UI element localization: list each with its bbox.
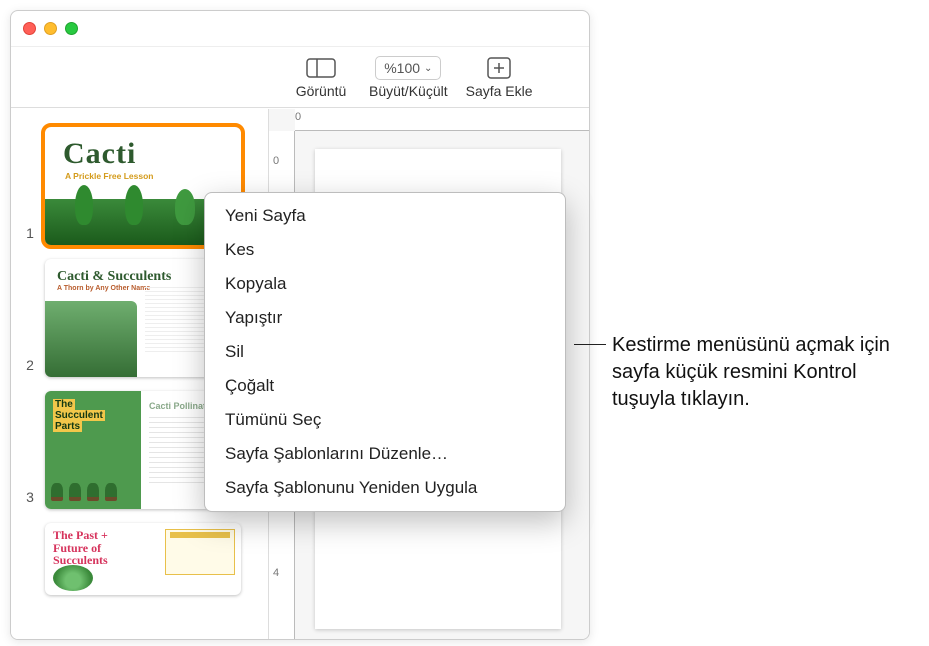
thumb3-head-b: Succulent: [53, 410, 105, 421]
thumb-number: [23, 591, 37, 595]
view-label: Görüntü: [296, 83, 347, 99]
zoom-value-box[interactable]: %100 ⌄: [375, 56, 441, 80]
ruler-h-tick: 0: [295, 111, 301, 123]
ruler-horizontal: 0: [295, 109, 589, 131]
close-icon[interactable]: [23, 22, 36, 35]
ruler-v-tick: 0: [273, 155, 279, 167]
thumb4-image: [53, 565, 93, 591]
page-thumbnail-4[interactable]: The Past + Future of Succulents: [45, 523, 241, 595]
thumb4-sidebar-box: [165, 529, 235, 575]
ruler-v-tick: 4: [273, 567, 279, 579]
chevron-down-icon: ⌄: [424, 63, 432, 74]
thumb3-head-a: The: [53, 399, 75, 410]
context-menu: Yeni Sayfa Kes Kopyala Yapıştır Sil Çoğa…: [204, 192, 566, 512]
thumb1-title: Cacti: [45, 127, 241, 171]
ctx-edit-templates[interactable]: Sayfa Şablonlarını Düzenle…: [205, 437, 565, 471]
window-controls: [23, 22, 78, 35]
zoom-label: Büyüt/Küçült: [369, 83, 448, 99]
ctx-reapply-template[interactable]: Sayfa Şablonunu Yeniden Uygula: [205, 471, 565, 505]
titlebar: [11, 11, 589, 47]
ctx-delete[interactable]: Sil: [205, 335, 565, 369]
zoom-button[interactable]: %100 ⌄ Büyüt/Küçült: [369, 55, 448, 99]
ctx-select-all[interactable]: Tümünü Seç: [205, 403, 565, 437]
zoom-value: %100: [384, 60, 420, 76]
thumb-number: 2: [23, 357, 37, 377]
panels-icon: [306, 58, 336, 78]
thumb1-subtitle: A Prickle Free Lesson: [45, 171, 241, 181]
toolbar: Görüntü %100 ⌄ Büyüt/Küçült Sayfa Ekle: [11, 47, 589, 108]
minimize-icon[interactable]: [44, 22, 57, 35]
ctx-duplicate[interactable]: Çoğalt: [205, 369, 565, 403]
thumb3-plant-icon: [51, 483, 117, 501]
callout-text: Kestirme menüsünü açmak için sayfa küçük…: [612, 332, 912, 413]
add-page-label: Sayfa Ekle: [466, 83, 533, 99]
thumb2-image: [45, 301, 137, 377]
ctx-copy[interactable]: Kopyala: [205, 267, 565, 301]
ctx-new-page[interactable]: Yeni Sayfa: [205, 199, 565, 233]
view-button[interactable]: Görüntü: [291, 55, 351, 99]
add-page-icon: [487, 55, 511, 81]
view-icon: [306, 55, 336, 81]
thumb3-head-c: Parts: [53, 421, 82, 432]
callout-leader-line: [574, 344, 606, 345]
ctx-cut[interactable]: Kes: [205, 233, 565, 267]
thumb-number: 3: [23, 489, 37, 509]
thumb-row-4: The Past + Future of Succulents: [23, 523, 256, 595]
maximize-icon[interactable]: [65, 22, 78, 35]
thumb3-left-panel: The Succulent Parts: [45, 391, 141, 509]
add-page-button[interactable]: Sayfa Ekle: [466, 55, 533, 99]
ctx-paste[interactable]: Yapıştır: [205, 301, 565, 335]
thumb-number: 1: [23, 225, 37, 245]
